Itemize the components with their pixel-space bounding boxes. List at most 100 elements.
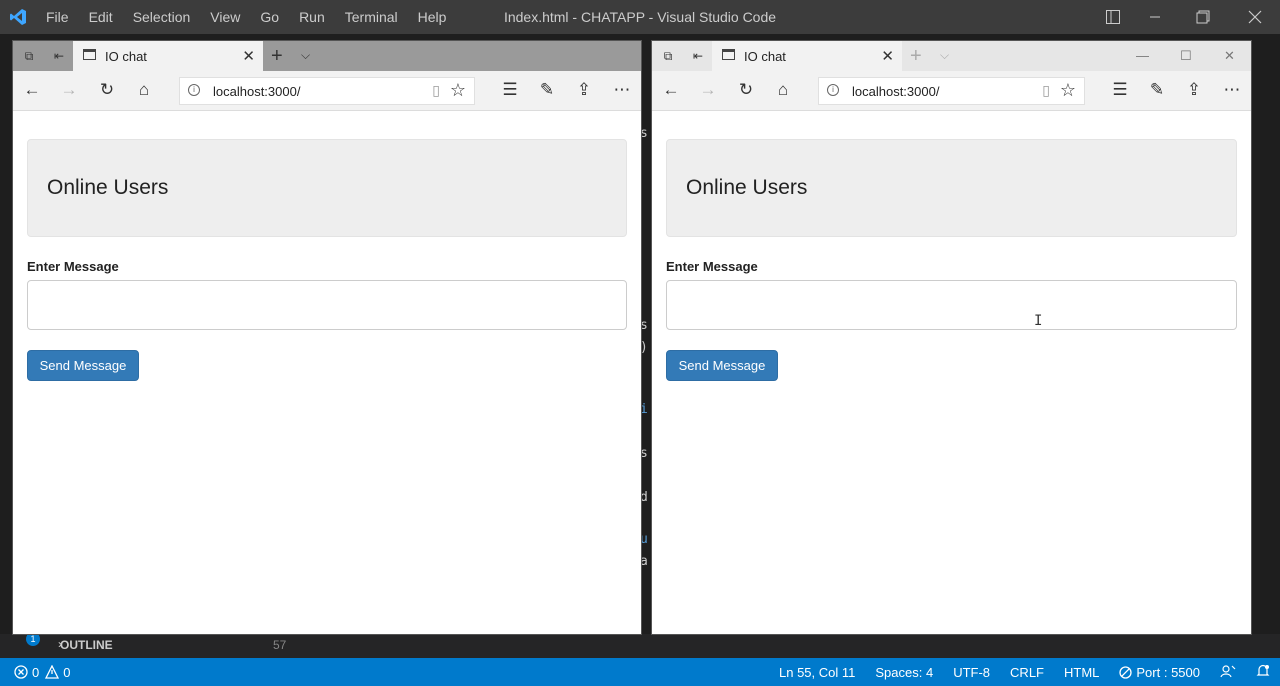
tab-bar: ⧉ ⇤ IO chat ✕ + ⌵ — ☐ ✕ xyxy=(652,41,1251,71)
restore-icon[interactable] xyxy=(1180,0,1226,34)
code-fragment: s xyxy=(640,446,648,461)
menu-help[interactable]: Help xyxy=(418,9,447,25)
share-icon[interactable]: ⇪ xyxy=(1184,80,1204,100)
problems-indicator[interactable]: 0 0 xyxy=(14,658,70,686)
web-note-icon[interactable]: ✎ xyxy=(537,80,557,100)
minimize-icon[interactable]: — xyxy=(1136,48,1149,63)
send-message-button[interactable]: Send Message xyxy=(666,350,778,381)
refresh-icon[interactable]: ↻ xyxy=(736,80,756,100)
set-aside-tabs-icon[interactable]: ⇤ xyxy=(690,48,706,64)
more-icon[interactable]: ⋯ xyxy=(1222,80,1242,100)
chevron-down-icon[interactable]: ⌵ xyxy=(940,48,949,63)
status-bar: 0 0 Ln 55, Col 11 Spaces: 4 UTF-8 CRLF H… xyxy=(0,658,1280,686)
page-content: Online Users Enter Message Send Message xyxy=(13,111,641,634)
url-text: localhost:3000/ xyxy=(852,84,939,99)
maximize-icon[interactable]: ☐ xyxy=(1180,48,1192,64)
tab-title: IO chat xyxy=(744,49,786,64)
home-icon[interactable]: ⌂ xyxy=(134,80,154,100)
tab-actions-icon[interactable]: ⧉ xyxy=(660,48,676,64)
online-users-panel: Online Users xyxy=(27,139,627,237)
forward-icon[interactable]: → xyxy=(59,80,79,100)
forward-icon[interactable]: → xyxy=(698,80,718,100)
favorite-star-icon[interactable]: ☆ xyxy=(450,80,466,101)
tab-io-chat[interactable]: IO chat ✕ xyxy=(712,41,902,71)
navigation-bar: ← → ↻ ⌂ i localhost:3000/ ▯ ☆ ☰ ✎ ⇪ ⋯ xyxy=(13,71,641,111)
reading-view-icon[interactable]: ▯ xyxy=(1042,82,1050,99)
close-window-icon[interactable]: ✕ xyxy=(1224,48,1235,64)
code-fragment: i xyxy=(640,402,648,417)
tab-io-chat[interactable]: IO chat ✕ xyxy=(73,41,263,71)
back-icon[interactable]: ← xyxy=(22,80,42,100)
outline-panel: › OUTLINE 57 xyxy=(0,634,1280,658)
warning-count: 0 xyxy=(63,665,70,680)
set-aside-tabs-icon[interactable]: ⇤ xyxy=(51,48,67,64)
favorites-icon[interactable]: ☰ xyxy=(500,80,520,100)
line-ending[interactable]: CRLF xyxy=(1010,665,1044,680)
web-note-icon[interactable]: ✎ xyxy=(1147,80,1167,100)
site-info-icon[interactable]: i xyxy=(188,84,200,96)
home-icon[interactable]: ⌂ xyxy=(773,80,793,100)
menu-edit[interactable]: Edit xyxy=(89,9,113,25)
tab-bar: ⧉ ⇤ IO chat ✕ + ⌵ xyxy=(13,41,641,71)
share-icon[interactable]: ⇪ xyxy=(574,80,594,100)
close-icon[interactable] xyxy=(1232,0,1278,34)
message-input[interactable] xyxy=(27,280,627,330)
language-mode[interactable]: HTML xyxy=(1064,665,1099,680)
more-icon[interactable]: ⋯ xyxy=(612,80,632,100)
vscode-menubar: File Edit Selection View Go Run Terminal… xyxy=(46,0,466,34)
line-number: 57 xyxy=(273,638,286,652)
favorites-icon[interactable]: ☰ xyxy=(1110,80,1130,100)
vscode-logo-icon xyxy=(8,7,28,27)
message-input[interactable] xyxy=(666,280,1237,330)
no-entry-icon xyxy=(1119,666,1132,679)
menu-selection[interactable]: Selection xyxy=(133,9,191,25)
menu-go[interactable]: Go xyxy=(260,9,279,25)
toggle-layout-icon[interactable] xyxy=(1090,0,1136,34)
online-users-heading: Online Users xyxy=(47,176,168,200)
send-message-button[interactable]: Send Message xyxy=(27,350,139,381)
chevron-down-icon[interactable]: ⌵ xyxy=(301,48,310,63)
text-cursor-icon: I xyxy=(1034,313,1042,329)
minimize-icon[interactable] xyxy=(1132,0,1178,34)
encoding[interactable]: UTF-8 xyxy=(953,665,990,680)
notification-badge: 1 xyxy=(26,632,40,646)
refresh-icon[interactable]: ↻ xyxy=(97,80,117,100)
code-fragment: ) xyxy=(640,340,648,355)
new-tab-icon[interactable]: + xyxy=(271,45,283,68)
browser-window-left: ⧉ ⇤ IO chat ✕ + ⌵ ← → ↻ ⌂ i localhost:30… xyxy=(13,41,641,634)
tab-title: IO chat xyxy=(105,49,147,64)
live-server-port[interactable]: Port : 5500 xyxy=(1119,665,1200,680)
warning-icon xyxy=(45,665,59,679)
url-text: localhost:3000/ xyxy=(213,84,300,99)
tab-close-icon[interactable]: ✕ xyxy=(242,47,255,65)
menu-file[interactable]: File xyxy=(46,9,69,25)
back-icon[interactable]: ← xyxy=(661,80,681,100)
address-bar[interactable]: i localhost:3000/ ▯ ☆ xyxy=(179,77,475,105)
online-users-heading: Online Users xyxy=(686,176,807,200)
bell-icon[interactable] xyxy=(1256,664,1270,681)
code-fragment: u xyxy=(640,532,648,547)
menu-view[interactable]: View xyxy=(210,9,240,25)
cursor-position[interactable]: Ln 55, Col 11 xyxy=(779,665,855,680)
outline-header[interactable]: OUTLINE xyxy=(60,638,113,652)
vscode-titlebar: File Edit Selection View Go Run Terminal… xyxy=(0,0,1280,34)
menu-run[interactable]: Run xyxy=(299,9,325,25)
menu-terminal[interactable]: Terminal xyxy=(345,9,398,25)
tab-close-icon[interactable]: ✕ xyxy=(881,47,894,65)
port-label: Port : 5500 xyxy=(1136,665,1200,680)
page-icon xyxy=(722,49,735,60)
indentation[interactable]: Spaces: 4 xyxy=(875,665,933,680)
code-fragment: a xyxy=(640,554,648,569)
message-label: Enter Message xyxy=(27,259,119,274)
page-icon xyxy=(83,49,96,60)
tab-actions-icon[interactable]: ⧉ xyxy=(21,48,37,64)
code-fragment: s xyxy=(640,318,648,333)
new-tab-icon[interactable]: + xyxy=(910,45,922,68)
favorite-star-icon[interactable]: ☆ xyxy=(1060,80,1076,101)
site-info-icon[interactable]: i xyxy=(827,84,839,96)
online-users-panel: Online Users xyxy=(666,139,1237,237)
reading-view-icon[interactable]: ▯ xyxy=(432,82,440,99)
address-bar[interactable]: i localhost:3000/ ▯ ☆ xyxy=(818,77,1085,105)
feedback-icon[interactable] xyxy=(1220,664,1236,681)
message-label: Enter Message xyxy=(666,259,758,274)
